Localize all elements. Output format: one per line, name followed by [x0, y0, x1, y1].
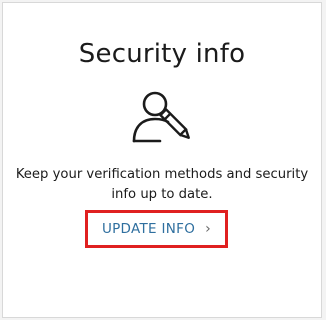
- description-line-2: info up to date.: [111, 187, 213, 202]
- update-info-link[interactable]: UPDATE INFO ›: [85, 210, 228, 248]
- update-info-label: UPDATE INFO: [101, 221, 196, 237]
- description-line-1: Keep your verification methods and secur…: [15, 167, 309, 182]
- user-edit-icon: [130, 89, 196, 149]
- card-title: Security info: [78, 39, 246, 69]
- security-info-card: Security info Keep your verification met…: [2, 2, 322, 318]
- card-description: Keep your verification methods and secur…: [3, 165, 321, 205]
- chevron-right-icon: ›: [205, 220, 212, 237]
